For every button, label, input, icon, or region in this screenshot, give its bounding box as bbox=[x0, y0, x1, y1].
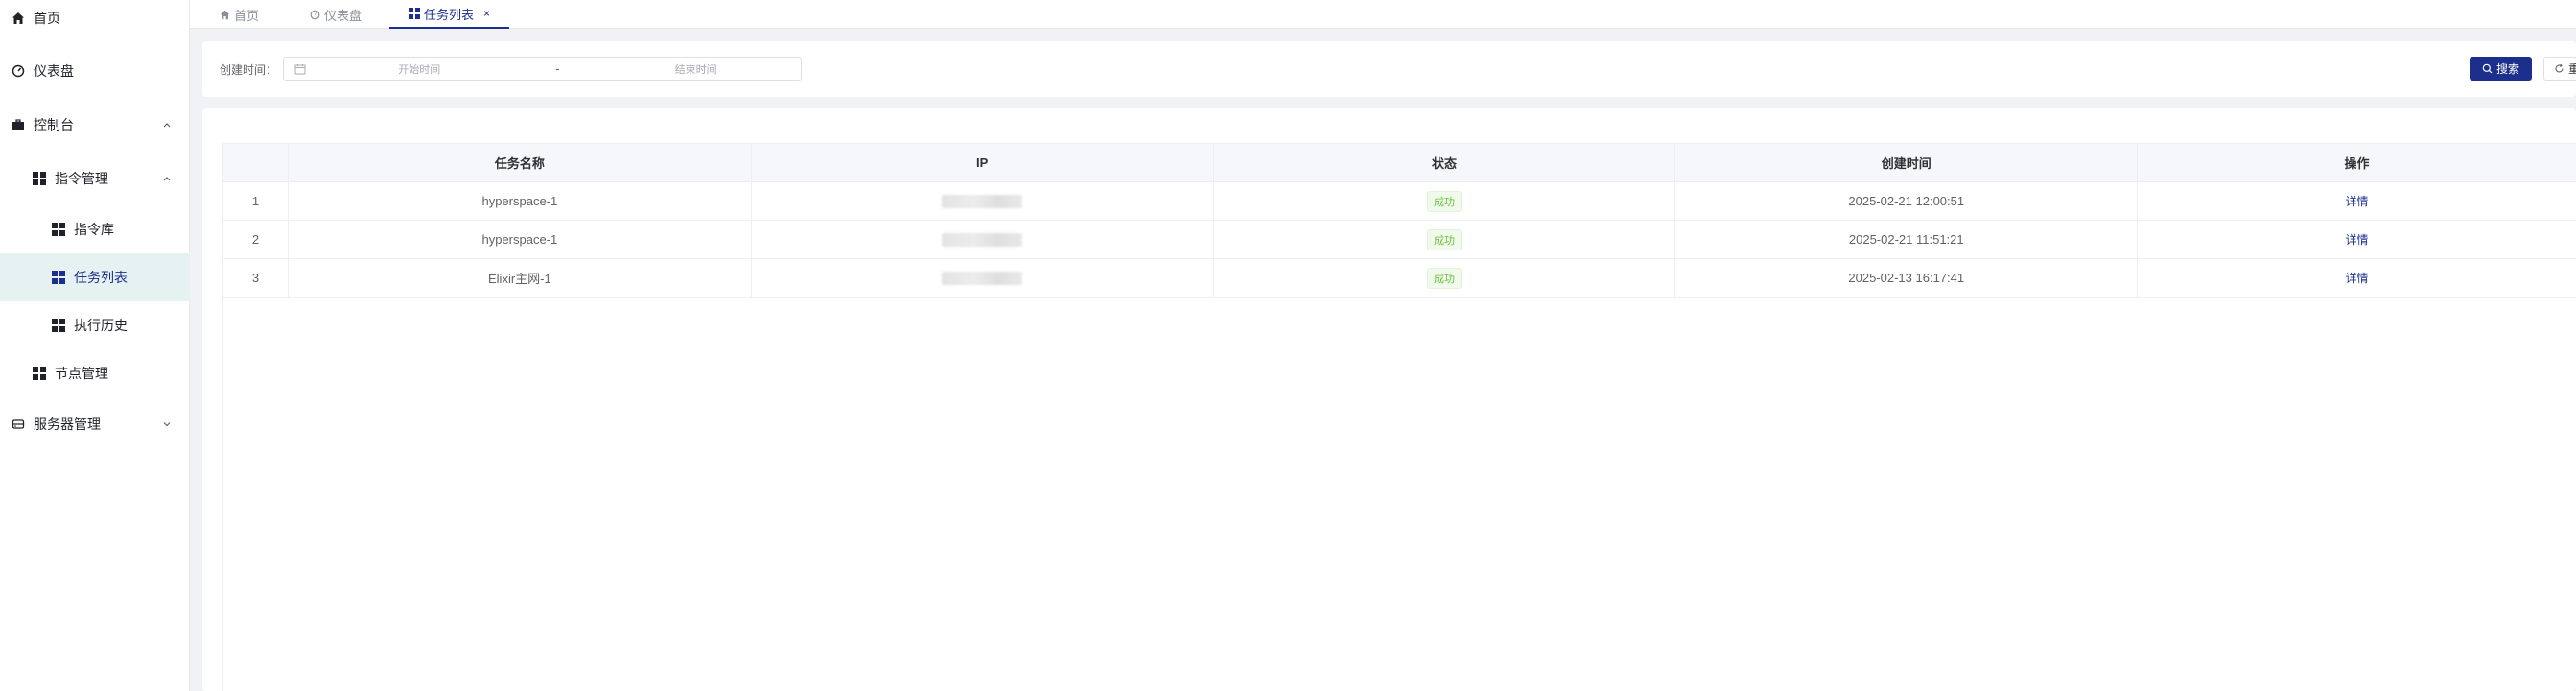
refresh-icon bbox=[2554, 63, 2564, 74]
column-header-action: 操作 bbox=[2344, 156, 2370, 171]
column-header-ip: IP bbox=[752, 144, 1214, 181]
sidebar-item-label: 节点管理 bbox=[55, 366, 108, 381]
task-name: hyperspace-1 bbox=[289, 182, 752, 220]
date-range-picker[interactable]: 开始时间 - 结束时间 bbox=[283, 57, 802, 81]
home-icon bbox=[11, 11, 26, 26]
status-badge: 成功 bbox=[1426, 190, 1462, 212]
details-link[interactable]: 详情 bbox=[2346, 193, 2369, 209]
briefcase-icon bbox=[11, 117, 26, 132]
chevron-up-icon bbox=[161, 173, 173, 184]
dashboard-icon bbox=[309, 9, 320, 20]
sidebar-item-label: 控制台 bbox=[34, 117, 74, 132]
reset-button-label: 重 bbox=[2568, 62, 2576, 76]
sidebar-item-dashboard[interactable]: 仪表盘 bbox=[0, 47, 190, 95]
table-card: 任务名称 IP 状态 创建时间 操作 1 hyperspace-1 成功 202… bbox=[202, 108, 2576, 691]
filter-panel: 创建时间： 开始时间 - 结束时间 搜索 重 bbox=[202, 41, 2576, 97]
grid-icon bbox=[51, 318, 66, 333]
ip-cell bbox=[752, 259, 1214, 297]
grid-icon bbox=[51, 270, 66, 285]
column-header-created-time: 创建时间 bbox=[1675, 144, 2139, 181]
table-row: 1 hyperspace-1 成功 2025-02-21 12:00:51 详情 bbox=[223, 182, 2576, 221]
sidebar-item-label: 指令管理 bbox=[55, 171, 108, 186]
sidebar-item-console[interactable]: 控制台 bbox=[0, 101, 190, 149]
redacted-ip bbox=[942, 232, 1023, 247]
dashboard-icon bbox=[11, 63, 26, 79]
sidebar-item-execution-history[interactable]: 执行历史 bbox=[0, 301, 190, 349]
sidebar-item-label: 任务列表 bbox=[74, 270, 128, 285]
reset-button[interactable]: 重 bbox=[2543, 57, 2576, 81]
table-row: 3 Elixir主网-1 成功 2025-02-13 16:17:41 详情 bbox=[223, 259, 2576, 298]
search-button[interactable]: 搜索 bbox=[2470, 57, 2532, 81]
details-link[interactable]: 详情 bbox=[2346, 231, 2369, 248]
grid-icon bbox=[51, 222, 66, 237]
redacted-ip bbox=[942, 194, 1023, 208]
close-icon[interactable]: × bbox=[483, 7, 490, 20]
tab-label: 仪表盘 bbox=[324, 8, 363, 23]
tab-label: 任务列表 bbox=[424, 7, 475, 22]
start-time-input[interactable]: 开始时间 bbox=[315, 61, 525, 77]
home-icon bbox=[219, 9, 230, 20]
search-icon bbox=[2482, 63, 2493, 74]
tab-label: 首页 bbox=[234, 8, 260, 23]
row-index: 2 bbox=[223, 221, 289, 258]
chevron-up-icon bbox=[161, 119, 173, 131]
sidebar-item-home[interactable]: 首页 bbox=[0, 0, 190, 42]
sidebar-item-command-management[interactable]: 指令管理 bbox=[0, 155, 190, 203]
status-cell: 成功 bbox=[1214, 221, 1676, 258]
created-time: 2025-02-21 11:51:21 bbox=[1675, 221, 2139, 258]
task-name: hyperspace-1 bbox=[289, 221, 752, 258]
ip-cell bbox=[752, 182, 1214, 220]
tab-dashboard[interactable]: 仪表盘 bbox=[309, 0, 362, 29]
sidebar-item-command-library[interactable]: 指令库 bbox=[0, 205, 190, 253]
row-index: 1 bbox=[223, 182, 289, 220]
action-cell: 详情 bbox=[2138, 221, 2576, 258]
grid-icon bbox=[32, 366, 47, 381]
grid-icon bbox=[32, 171, 47, 186]
column-header-status: 状态 bbox=[1214, 144, 1676, 181]
created-time: 2025-02-21 12:00:51 bbox=[1675, 182, 2139, 220]
sidebar-item-task-list[interactable]: 任务列表 bbox=[0, 253, 190, 301]
grid-icon bbox=[409, 8, 420, 19]
status-cell: 成功 bbox=[1214, 182, 1676, 220]
sidebar-item-label: 仪表盘 bbox=[34, 63, 74, 79]
action-cell: 详情 bbox=[2138, 182, 2576, 220]
search-button-label: 搜索 bbox=[2495, 62, 2519, 76]
column-header-index bbox=[223, 144, 289, 181]
sidebar-item-label: 指令库 bbox=[74, 222, 114, 237]
redacted-ip bbox=[942, 271, 1023, 285]
server-icon bbox=[11, 417, 26, 432]
table-row: 2 hyperspace-1 成功 2025-02-21 11:51:21 详情 bbox=[223, 221, 2576, 259]
row-index: 3 bbox=[223, 259, 289, 297]
sidebar-item-label: 服务器管理 bbox=[34, 417, 101, 432]
table-header: 任务名称 IP 状态 创建时间 操作 bbox=[223, 143, 2576, 182]
tab-home[interactable]: 首页 bbox=[219, 0, 259, 29]
status-badge: 成功 bbox=[1426, 228, 1462, 250]
sidebar-item-label: 首页 bbox=[34, 11, 60, 26]
task-name: Elixir主网-1 bbox=[289, 259, 752, 297]
end-time-input[interactable]: 结束时间 bbox=[591, 61, 801, 77]
created-time: 2025-02-13 16:17:41 bbox=[1675, 259, 2139, 297]
range-separator: - bbox=[555, 61, 560, 76]
tabs-bar: 首页 仪表盘 任务列表 × bbox=[190, 0, 2576, 29]
sidebar-item-node-management[interactable]: 节点管理 bbox=[0, 349, 190, 397]
status-cell: 成功 bbox=[1214, 259, 1676, 297]
ip-cell bbox=[752, 221, 1214, 258]
details-link[interactable]: 详情 bbox=[2346, 270, 2369, 286]
sidebar-item-server-management[interactable]: 服务器管理 bbox=[0, 400, 190, 448]
chevron-down-icon bbox=[161, 418, 173, 430]
calendar-icon bbox=[293, 62, 307, 76]
created-time-label: 创建时间： bbox=[220, 63, 278, 77]
column-header-task-name: 任务名称 bbox=[289, 144, 752, 181]
action-cell: 详情 bbox=[2138, 259, 2576, 297]
tab-task-list[interactable]: 任务列表 × bbox=[389, 0, 510, 29]
sidebar-item-label: 执行历史 bbox=[74, 318, 128, 333]
sidebar: 首页 仪表盘 控制台 指令管理 指令库 任务列表 执行历史 节点管理 服务器管理 bbox=[0, 0, 190, 691]
task-table: 任务名称 IP 状态 创建时间 操作 1 hyperspace-1 成功 202… bbox=[222, 143, 2576, 691]
status-badge: 成功 bbox=[1426, 267, 1462, 289]
